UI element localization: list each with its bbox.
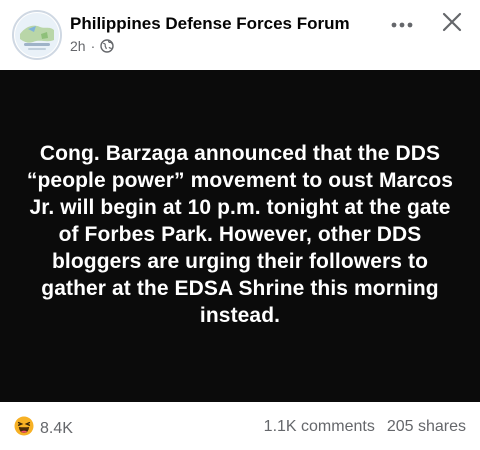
reactions-summary[interactable]: 8.4K xyxy=(14,416,73,441)
haha-emoji-icon xyxy=(14,416,34,441)
reaction-count: 8.4K xyxy=(40,419,73,437)
page-name[interactable]: Philippines Defense Forces Forum xyxy=(70,14,350,34)
page-avatar[interactable] xyxy=(12,10,62,60)
close-icon xyxy=(442,12,462,37)
post-meta: 2h · xyxy=(70,38,114,54)
shares-count[interactable]: 205 shares xyxy=(387,418,466,436)
post-header: Philippines Defense Forces Forum 2h · xyxy=(0,0,480,70)
more-options-button[interactable] xyxy=(386,8,418,40)
close-button[interactable] xyxy=(436,8,468,40)
post-time[interactable]: 2h xyxy=(70,38,86,54)
comments-count[interactable]: 1.1K comments xyxy=(264,418,375,436)
post-image[interactable]: Cong. Barzaga announced that the DDS “pe… xyxy=(0,70,480,402)
meta-separator: · xyxy=(90,38,96,54)
post-footer: 8.4K 1.1K comments 205 shares xyxy=(0,402,480,450)
engagement-stats: 1.1K comments 205 shares xyxy=(264,418,466,436)
post-body-text: Cong. Barzaga announced that the DDS “pe… xyxy=(26,141,454,327)
more-options-icon xyxy=(391,15,413,33)
globe-icon xyxy=(100,39,114,53)
